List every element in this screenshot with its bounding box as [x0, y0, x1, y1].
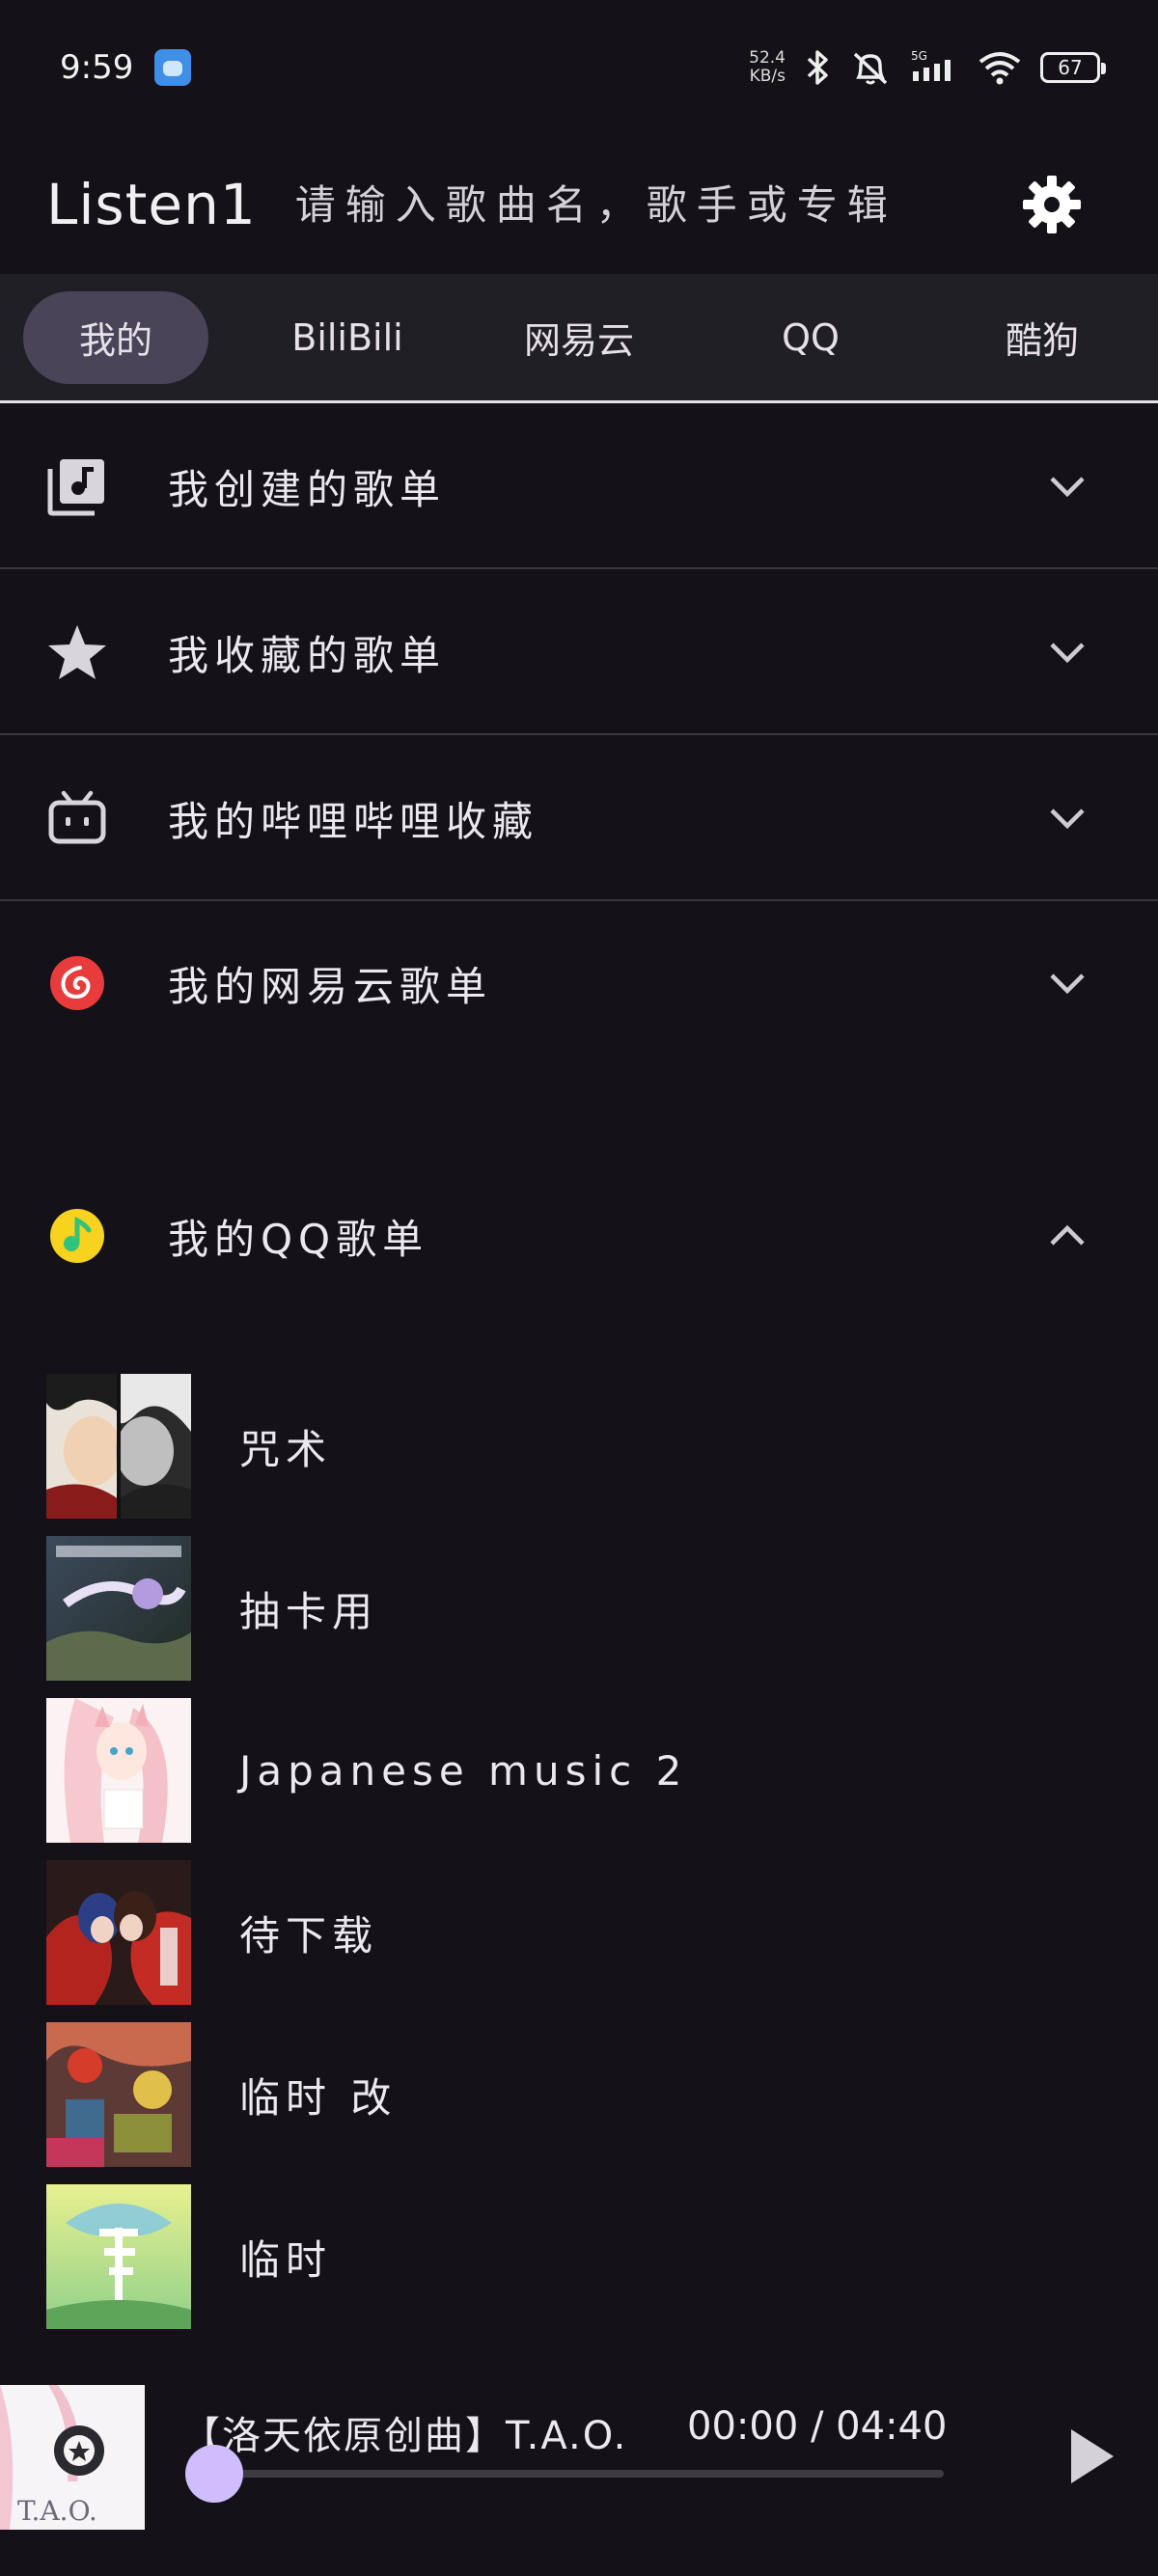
playlist-item[interactable]: 待下载	[46, 1860, 1112, 2005]
playlist-item[interactable]: 抽卡用	[46, 1536, 1112, 1681]
chevron-down-icon	[1050, 808, 1085, 830]
section-qq-playlists[interactable]: 我的QQ歌单	[0, 1154, 1158, 1318]
mute-bell-icon	[853, 52, 888, 85]
now-playing-cover-image[interactable]: T.A.O.	[0, 2385, 145, 2530]
section-bilibili-favorites[interactable]: 我的哔哩哔哩收藏	[0, 737, 1158, 901]
progress-slider-handle[interactable]	[185, 2445, 243, 2503]
section-label: 我的网易云歌单	[168, 962, 493, 1010]
play-icon[interactable]	[1067, 2427, 1116, 2485]
bilibili-tv-icon	[46, 787, 108, 849]
qq-music-icon	[46, 1205, 108, 1267]
search-input[interactable]	[294, 180, 971, 229]
now-playing-time: 00:00 / 04:40	[687, 2404, 948, 2449]
status-bar: 9:59 52.4 KB/s 5G 67	[0, 0, 1158, 135]
now-playing-bar: T.A.O. 【洛天依原创曲】T.A.O. 00:00 / 04:40	[0, 2373, 1158, 2576]
tab-netease[interactable]: 网易云	[486, 291, 672, 384]
playlist-cover-image	[46, 1536, 191, 1681]
playlist-name: 咒术	[239, 1425, 333, 1473]
app-title: Listen1	[46, 172, 257, 237]
playlist-music-icon	[46, 455, 108, 517]
playlist-item[interactable]: 临时	[46, 2184, 1112, 2329]
section-label: 我的哔哩哔哩收藏	[168, 797, 539, 845]
tab-qq[interactable]: QQ	[718, 291, 903, 384]
playlist-cover-image	[46, 1698, 191, 1843]
chevron-up-icon	[1050, 1224, 1085, 1246]
tab-kugou[interactable]: 酷狗	[950, 291, 1135, 384]
netease-cloud-icon	[46, 952, 108, 1014]
chevron-down-icon	[1050, 643, 1085, 664]
playlist-cover-image	[46, 1860, 191, 2005]
section-created-playlists[interactable]: 我创建的歌单	[0, 405, 1158, 569]
playlist-cover-image	[46, 2184, 191, 2329]
section-collected-playlists[interactable]: 我收藏的歌单	[0, 571, 1158, 735]
playlist-name: 抽卡用	[239, 1587, 379, 1635]
playlist-cover-image	[46, 2022, 191, 2167]
playlist-name: 临时	[239, 2235, 333, 2284]
cellular-signal-icon: 5G	[911, 49, 951, 81]
bluetooth-icon	[807, 50, 828, 85]
playlist-name: 待下载	[239, 1911, 379, 1959]
tab-bilibili[interactable]: BiliBili	[255, 291, 440, 384]
app-bar: Listen1	[0, 135, 1158, 274]
section-label: 我创建的歌单	[168, 465, 447, 513]
playlist-name: 临时 改	[239, 2073, 398, 2122]
status-time: 9:59	[60, 48, 134, 87]
svg-text:T.A.O.: T.A.O.	[17, 2495, 97, 2527]
chevron-down-icon	[1050, 973, 1085, 995]
playlist-item[interactable]: Japanese music 2	[46, 1698, 1112, 1843]
battery-indicator: 67	[1040, 52, 1106, 83]
app-notification-icon	[154, 49, 192, 86]
settings-gear-icon[interactable]	[1021, 174, 1083, 235]
section-netease-playlists[interactable]: 我的网易云歌单	[0, 901, 1158, 1065]
chevron-down-icon	[1050, 477, 1085, 498]
section-label: 我的QQ歌单	[168, 1215, 429, 1263]
network-speed: 52.4 KB/s	[749, 48, 786, 86]
section-label: 我收藏的歌单	[168, 631, 447, 679]
playlist-cover-image	[46, 1374, 191, 1519]
now-playing-title: 【洛天依原创曲】T.A.O.	[181, 2414, 628, 2458]
status-icons: 52.4 KB/s 5G 67	[749, 48, 1106, 87]
playlist-item[interactable]: 咒术	[46, 1374, 1112, 1519]
playlist-item[interactable]: 临时 改	[46, 2022, 1112, 2167]
source-tabs: 我的 BiliBili 网易云 QQ 酷狗	[0, 274, 1158, 403]
tab-mine[interactable]: 我的	[23, 290, 208, 384]
star-icon	[46, 621, 108, 683]
wifi-icon	[979, 52, 1021, 85]
playlist-name: Japanese music 2	[239, 1746, 688, 1795]
svg-text:5G: 5G	[911, 49, 927, 63]
progress-track[interactable]	[212, 2470, 944, 2478]
